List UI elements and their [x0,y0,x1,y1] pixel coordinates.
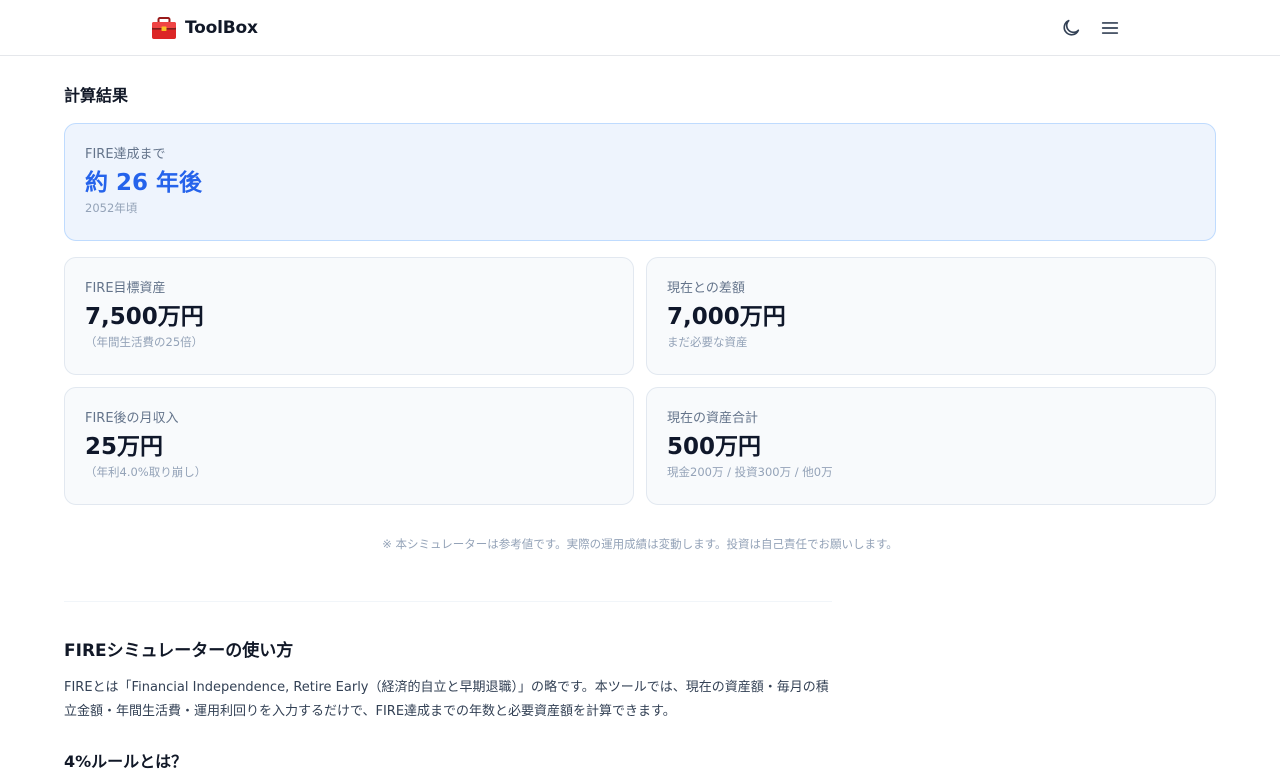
card-label: FIRE後の月収入 [85,411,179,426]
card-sub: 現金200万 / 投資300万 / 他0万 [667,465,833,479]
guide-subheading: 4%ルールとは？ [64,752,188,771]
card-sub: 2052年頃 [85,201,138,215]
card-sub: （年間生活費の25倍） [85,335,204,349]
card-value: 7,500万円 [85,304,204,330]
card-sub: （年利4.0%取り崩し） [85,465,207,479]
monthly-income-card: FIRE後の月収入 25万円 （年利4.0%取り崩し） [64,387,634,505]
results-title: 計算結果 [64,86,129,105]
card-sub: まだ必要な資産 [667,335,748,349]
moon-icon[interactable] [1060,17,1082,39]
toolbox-icon [152,17,176,39]
target-assets-card: FIRE目標資産 7,500万円 （年間生活費の25倍） [64,257,634,375]
card-label: 現在の資産合計 [667,411,759,426]
section-divider [64,601,832,602]
guide-text: FIREとは「Financial Independence, Retire Ea… [64,680,829,719]
card-label: 現在との差額 [667,281,745,296]
guide-title: FIREシミュレーターの使い方 [64,641,294,661]
brand-logo[interactable]: ToolBox [151,15,258,41]
current-assets-card: 現在の資産合計 500万円 現金200万 / 投資300万 / 他0万 [646,387,1216,505]
card-value: 7,000万円 [667,304,786,330]
difference-card: 現在との差額 7,000万円 まだ必要な資産 [646,257,1216,375]
card-value: 25万円 [85,434,164,460]
card-label: FIRE目標資産 [85,281,166,296]
top-header: ToolBox [0,0,1280,56]
fire-years-card: FIRE達成まで 約 26 年後 2052年頃 [64,123,1216,241]
card-label: FIRE達成まで [85,147,166,162]
hamburger-menu-icon[interactable] [1099,17,1121,39]
brand-name: ToolBox [185,18,258,38]
disclaimer-note: ※ 本シミュレーターは参考値です。実際の運用成績は変動します。投資は自己責任でお… [382,537,898,551]
card-value: 500万円 [667,434,762,460]
card-value: 約 26 年後 [85,170,203,196]
